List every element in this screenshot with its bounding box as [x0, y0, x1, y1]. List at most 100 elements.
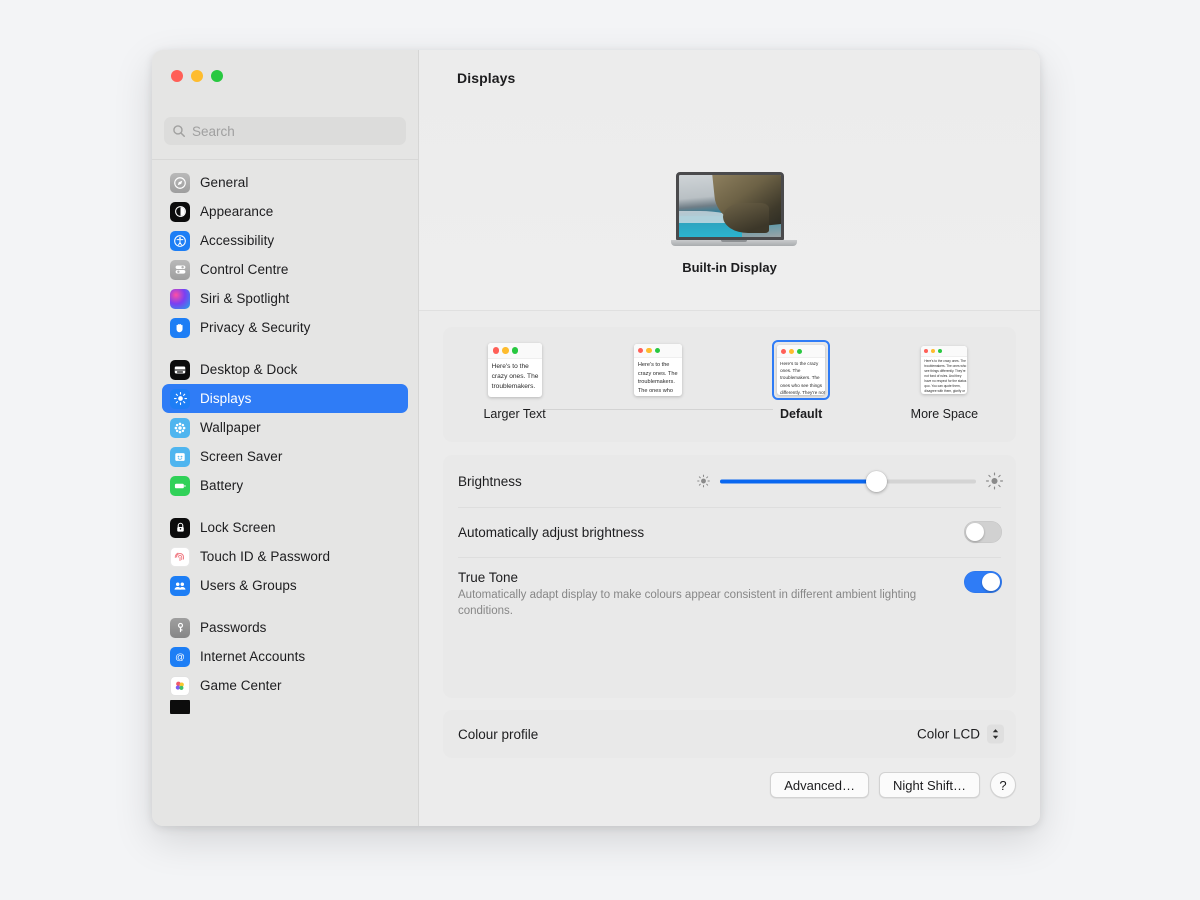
zoom-button[interactable]	[211, 70, 223, 82]
scale-option-label: Default	[779, 407, 823, 421]
auto-brightness-row: Automatically adjust brightness	[443, 507, 1016, 557]
window-controls	[171, 70, 223, 82]
sidebar-item-lock-screen[interactable]: Lock Screen	[162, 513, 408, 542]
sidebar-item-passwords[interactable]: Passwords	[162, 613, 408, 642]
preview-text: Here's to the crazy ones. The troublemak…	[491, 363, 539, 390]
close-button[interactable]	[171, 70, 183, 82]
control-centre-icon	[170, 259, 190, 280]
internet-accounts-icon: @	[170, 646, 190, 667]
footer-buttons: Advanced… Night Shift… ?	[770, 772, 1016, 798]
content-pane: Displays Built-in Display Here's to the …	[419, 50, 1040, 826]
sidebar-item-label: Internet Accounts	[200, 649, 306, 664]
brightness-card: Brightness Automatically adjust brightne…	[443, 455, 1016, 698]
sidebar-item-partial[interactable]	[162, 700, 408, 714]
slider-fill	[720, 479, 877, 483]
help-button[interactable]: ?	[990, 772, 1016, 798]
mini-window-preview: Here's to the crazy ones. The troublemak…	[633, 344, 682, 396]
brightness-label: Brightness	[458, 473, 522, 489]
general-icon	[170, 172, 190, 193]
mini-window-preview: Here's to the crazy ones. The troublemak…	[777, 345, 826, 395]
slider-knob[interactable]	[865, 470, 887, 492]
sidebar-item-accessibility[interactable]: Accessibility	[162, 226, 408, 255]
laptop-base	[670, 240, 797, 246]
sidebar-item-displays[interactable]: Displays	[162, 384, 408, 413]
brightness-slider[interactable]	[696, 470, 1004, 492]
night-shift-button[interactable]: Night Shift…	[879, 772, 980, 798]
settings-nav: General Appearance Accessibility Control…	[152, 168, 418, 826]
battery-icon	[170, 475, 190, 496]
resolution-scale-card: Here's to the crazy ones. The troublemak…	[443, 327, 1016, 442]
scale-option-larger-text[interactable]: Here's to the crazy ones. The troublemak…	[461, 339, 569, 421]
toggle-knob	[966, 523, 984, 541]
scale-option-2[interactable]: Here's to the crazy ones. The troublemak…	[604, 339, 712, 407]
sidebar-item-appearance[interactable]: Appearance	[162, 197, 408, 226]
game-center-icon	[170, 675, 190, 696]
built-in-display-item[interactable]: Built-in Display	[670, 172, 797, 275]
true-tone-text: True Tone Automatically adapt display to…	[458, 570, 958, 619]
page-title: Displays	[457, 70, 516, 86]
advanced-button[interactable]: Advanced…	[770, 772, 870, 798]
sidebar-item-label: Accessibility	[200, 233, 275, 248]
sidebar-item-wallpaper[interactable]: Wallpaper	[162, 413, 408, 442]
scale-option-default[interactable]: Here's to the crazy ones. The troublemak…	[747, 339, 855, 421]
brightness-row: Brightness	[443, 455, 1016, 507]
sidebar-item-desktop-dock[interactable]: Desktop & Dock	[162, 355, 408, 384]
sidebar-item-siri-spotlight[interactable]: Siri & Spotlight	[162, 284, 408, 313]
touch-id-icon	[170, 546, 190, 567]
wallpaper-icon	[170, 417, 190, 438]
sidebar-item-label: Screen Saver	[200, 449, 283, 464]
low-brightness-icon	[697, 474, 710, 488]
sidebar-item-privacy-security[interactable]: Privacy & Security	[162, 313, 408, 342]
sidebar-item-label: Users & Groups	[200, 578, 297, 593]
search-icon	[173, 125, 185, 137]
nav-group-4: Passwords @ Internet Accounts Game Cente…	[162, 613, 408, 714]
accessibility-icon	[170, 230, 190, 251]
siri-spotlight-icon	[170, 288, 190, 309]
sidebar-item-label: Appearance	[200, 204, 274, 219]
sidebar-item-label: Desktop & Dock	[200, 362, 298, 377]
sidebar-item-label: Displays	[200, 391, 252, 406]
nav-group-3: Lock Screen Touch ID & Password Users & …	[162, 513, 408, 600]
sidebar-item-general[interactable]: General	[162, 168, 408, 197]
sidebar-item-users-groups[interactable]: Users & Groups	[162, 571, 408, 600]
sidebar-item-internet-accounts[interactable]: @ Internet Accounts	[162, 642, 408, 671]
passwords-icon	[170, 617, 190, 638]
minimise-button[interactable]	[191, 70, 203, 82]
sidebar-item-label: Lock Screen	[200, 520, 276, 535]
true-tone-row: True Tone Automatically adapt display to…	[443, 557, 1016, 647]
sidebar-item-label: Battery	[200, 478, 244, 493]
sidebar-item-label: Game Center	[200, 678, 282, 693]
sidebar-item-control-centre[interactable]: Control Centre	[162, 255, 408, 284]
sidebar-item-label: Control Centre	[200, 262, 289, 277]
svg-text:@: @	[175, 652, 185, 663]
sidebar-item-label: Wallpaper	[200, 420, 261, 435]
sidebar-item-game-center[interactable]: Game Center	[162, 671, 408, 700]
colour-profile-label: Colour profile	[458, 726, 539, 742]
sidebar-item-screen-saver[interactable]: Screen Saver	[162, 442, 408, 471]
true-tone-toggle[interactable]	[964, 571, 1002, 593]
scale-option-more-space[interactable]: Here's to the crazy ones. The troublemak…	[890, 339, 998, 421]
auto-brightness-toggle[interactable]	[964, 521, 1002, 543]
privacy-security-icon	[170, 317, 190, 338]
true-tone-description: Automatically adapt display to make colo…	[458, 589, 917, 617]
sidebar-item-touch-id[interactable]: Touch ID & Password	[162, 542, 408, 571]
users-groups-icon	[170, 575, 190, 596]
display-hero: Displays Built-in Display	[419, 50, 1040, 311]
search-input[interactable]	[192, 123, 398, 139]
sidebar-item-label: General	[200, 175, 249, 190]
sidebar-item-label: Touch ID & Password	[200, 549, 331, 564]
preview-text: Here's to the crazy ones. The troublemak…	[637, 362, 678, 394]
wallpaper-thumbnail	[678, 175, 781, 237]
slider-track[interactable]	[720, 470, 976, 492]
mini-window-preview: Here's to the crazy ones. The troublemak…	[487, 343, 542, 397]
sidebar-item-battery[interactable]: Battery	[162, 471, 408, 500]
preview-text: Here's to the crazy ones. The troublemak…	[924, 359, 967, 393]
preview-text: Here's to the crazy ones. The troublemak…	[780, 361, 825, 395]
laptop-screen-image	[675, 172, 784, 240]
colour-profile-popup-button[interactable]: Color LCD	[917, 724, 1004, 744]
scale-thumbnail: Here's to the crazy ones. The troublemak…	[890, 339, 998, 401]
scale-thumbnail: Here's to the crazy ones. The troublemak…	[604, 339, 712, 401]
search-field[interactable]	[164, 117, 406, 145]
scale-thumbnail: Here's to the crazy ones. The troublemak…	[747, 339, 855, 401]
display-name-label: Built-in Display	[682, 260, 777, 275]
